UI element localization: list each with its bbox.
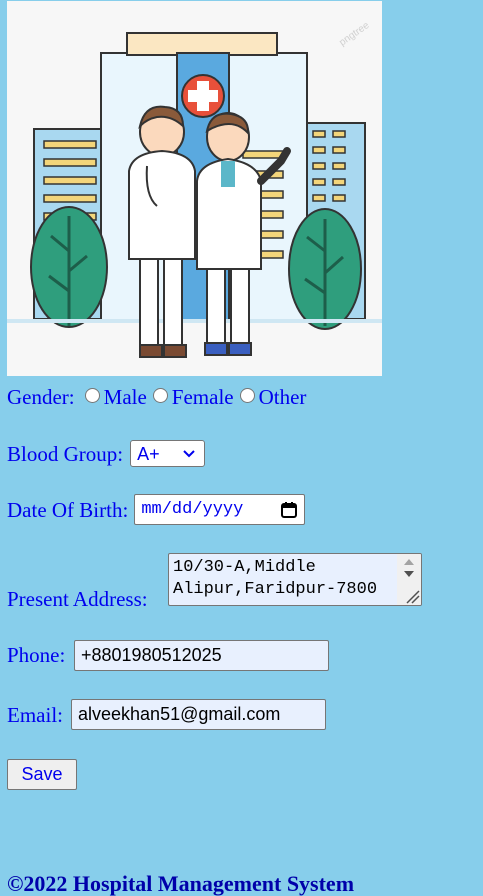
phone-value: +8801980512025 [81,645,222,665]
gender-other-radio[interactable] [239,387,255,403]
phone-label: Phone: [7,643,66,667]
phone-row: Phone: [7,643,65,667]
gender-female-label[interactable]: Female [172,385,234,409]
email-value: alveekhan51@gmail.com [78,704,281,724]
tree-right [288,208,362,330]
registration-page: pngtree Gender: Male Female Other Blood … [0,0,483,896]
gender-female-radio[interactable] [152,387,168,403]
address-textarea[interactable]: 10/30-A,Middle Alipur,Faridpur-7800 [168,553,422,606]
footer-copyright: ©2022 Hospital Management System [7,871,355,896]
gender-row: Gender: Male Female Other [7,385,306,409]
calendar-icon[interactable] [280,501,298,519]
save-button[interactable]: Save [7,759,77,790]
phone-input[interactable]: +8801980512025 [74,640,329,671]
email-label: Email: [7,703,63,727]
address-label: Present Address: [7,587,148,611]
blood-group-label: Blood Group: [7,441,124,466]
address-row: Present Address: [7,587,148,611]
dob-label: Date Of Birth: [7,497,129,522]
dob-input[interactable]: mm/dd/yyyy [134,494,306,525]
tree-left [30,206,108,328]
email-row: Email: [7,703,63,727]
gender-male-label[interactable]: Male [104,385,147,409]
textarea-scrollbar[interactable] [397,554,421,605]
hospital-cross-icon [181,74,225,118]
email-input[interactable]: alveekhan51@gmail.com [71,699,326,730]
hospital-illustration: pngtree [7,1,382,376]
gender-male-radio[interactable] [84,387,100,403]
blood-group-value: A+ [137,443,160,464]
address-line-1: 10/30-A,Middle [173,558,316,577]
chevron-down-icon [183,450,195,458]
gender-label: Gender: [7,385,75,409]
blood-group-select[interactable]: A+ [130,440,206,467]
gender-other-label[interactable]: Other [259,385,307,409]
scrollbar-arrows-icon [404,559,420,604]
dob-row: Date Of Birth: mm/dd/yyyy [7,494,306,525]
address-line-2: Alipur,Faridpur-7800 [173,580,378,599]
blood-group-row: Blood Group: A+ [7,440,206,467]
doctors-hospital-image: pngtree [7,1,382,376]
dob-placeholder: mm/dd/yyyy [141,499,244,519]
